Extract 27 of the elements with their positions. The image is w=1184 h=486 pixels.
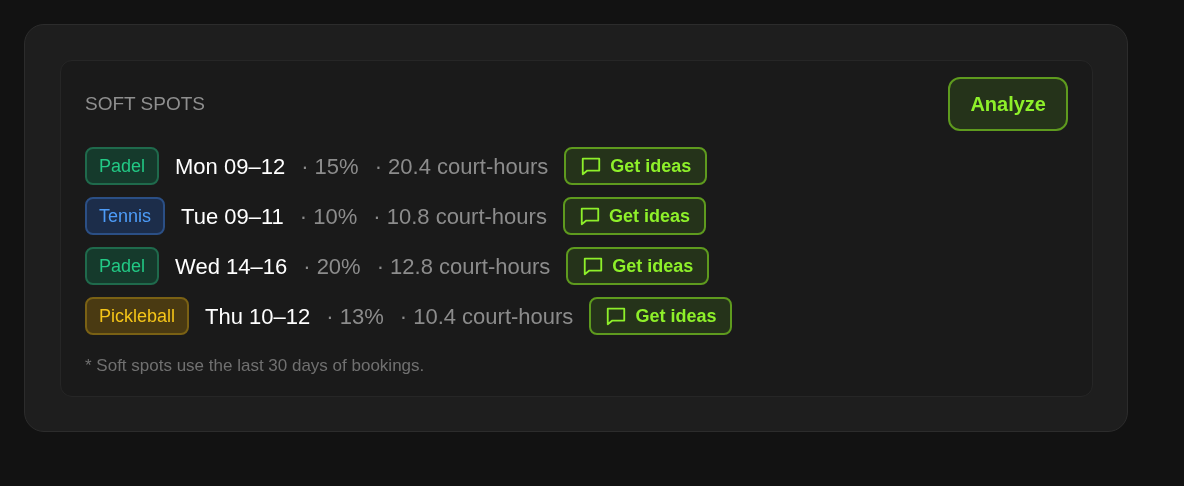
get-ideas-button[interactable]: Get ideas: [589, 297, 733, 335]
footnote: * Soft spots use the last 30 days of bookings.: [85, 355, 426, 377]
get-ideas-button[interactable]: Get ideas: [566, 247, 710, 285]
chat-icon: [580, 155, 603, 177]
time-slot: Tue 09–11: [181, 199, 284, 233]
time-slot: Thu 10–12: [205, 299, 311, 333]
sport-tag: Padel: [85, 247, 160, 285]
chat-icon: [578, 205, 601, 227]
share-percent: · 13%: [326, 302, 384, 331]
court-hours: · 10.4 court-hours: [399, 302, 574, 331]
time-slot: Mon 09–12: [175, 149, 286, 183]
share-percent: · 15%: [301, 152, 359, 181]
chat-icon: [582, 255, 605, 277]
share-percent: · 20%: [303, 252, 361, 281]
sport-tag: Pickleball: [85, 297, 190, 335]
analyze-button[interactable]: Analyze: [948, 77, 1068, 131]
court-hours: · 12.8 court-hours: [376, 252, 551, 281]
get-ideas-button[interactable]: Get ideas: [562, 197, 706, 235]
get-ideas-button[interactable]: Get ideas: [564, 147, 708, 185]
chat-icon: [605, 305, 628, 327]
panel-title: SOFT SPOTS: [85, 91, 205, 116]
share-percent: · 10%: [299, 202, 358, 231]
sport-tag: Tennis: [85, 197, 166, 235]
time-slot: Wed 14–16: [175, 249, 288, 283]
sport-tag: Padel: [85, 147, 160, 185]
court-hours: · 20.4 court-hours: [374, 152, 549, 181]
court-hours: · 10.8 court-hours: [373, 202, 547, 231]
